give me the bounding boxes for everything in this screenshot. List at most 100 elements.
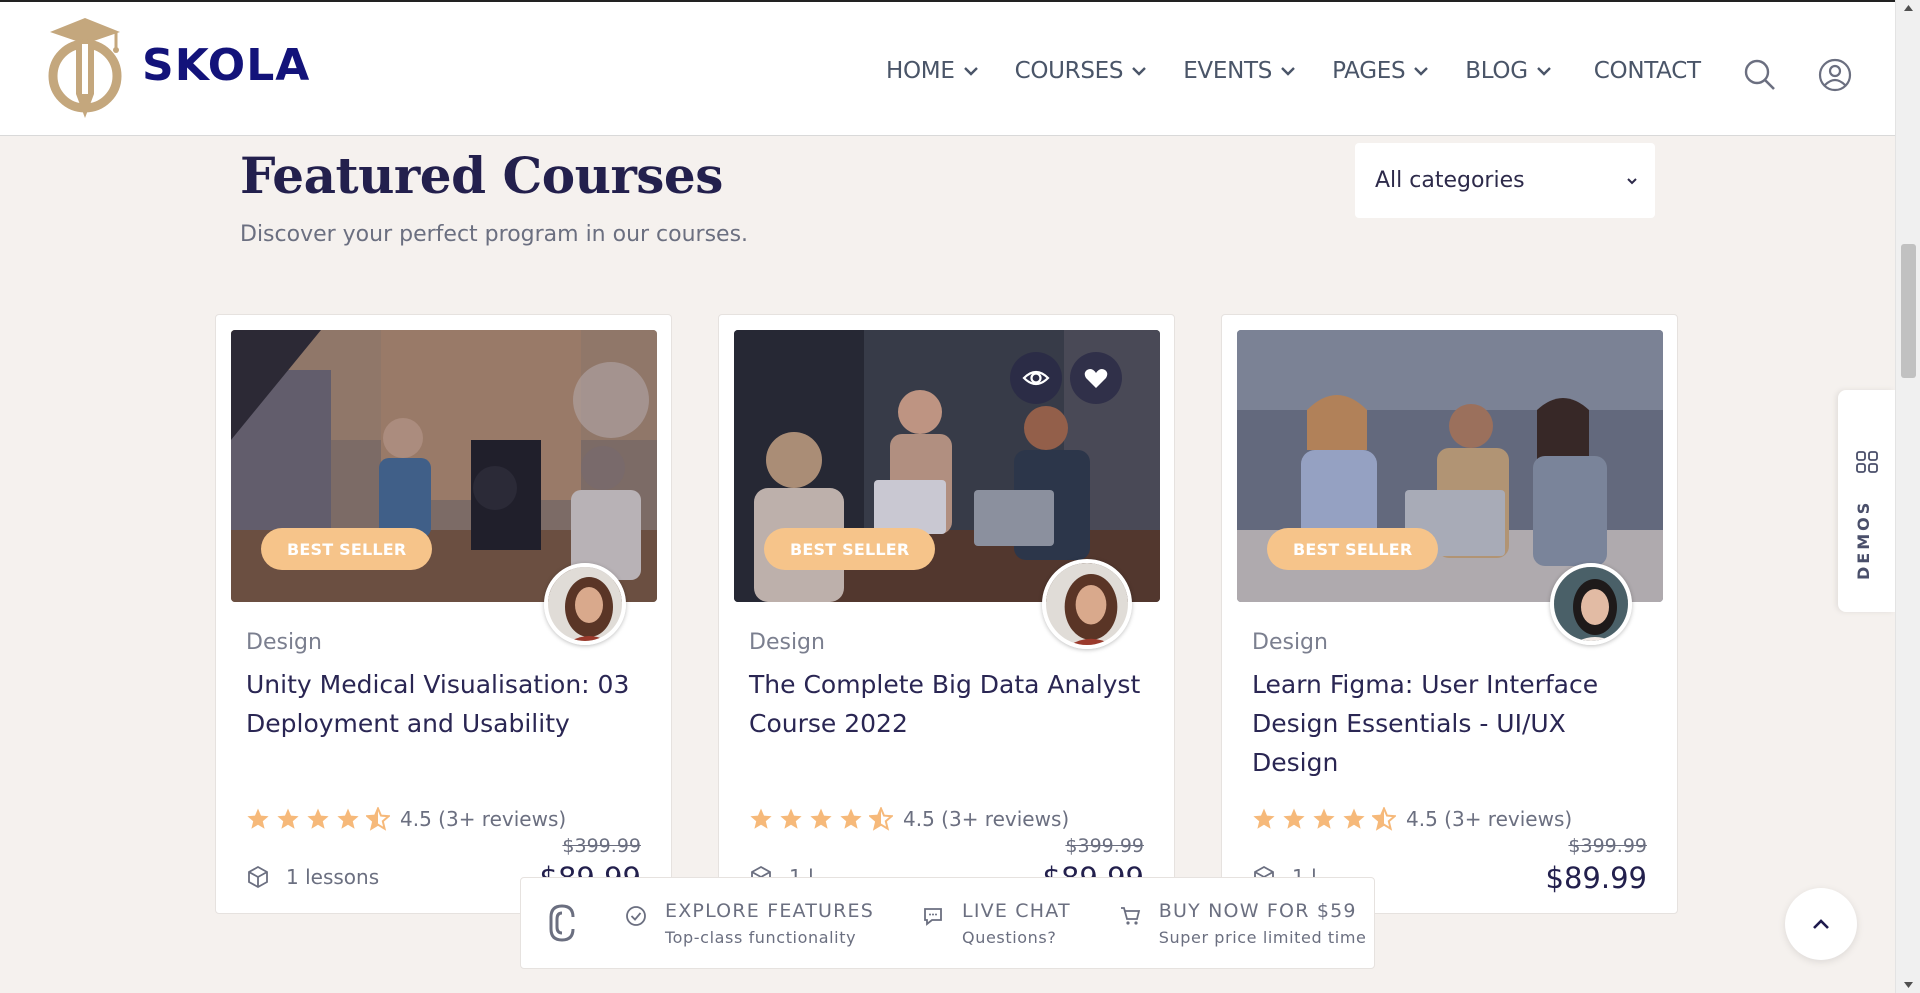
nav-item-home[interactable]: HOME <box>886 58 979 84</box>
explore-features-sub: Top-class functionality <box>665 927 857 947</box>
price: $89.99 <box>1545 861 1647 895</box>
rating-text: 4.5 (3+ reviews) <box>903 807 1070 831</box>
star-icon <box>337 808 359 829</box>
course-category[interactable]: Design <box>1252 630 1328 655</box>
old-price: $399.99 <box>1065 835 1144 857</box>
star-icon <box>1313 808 1335 829</box>
nav-item-label: HOME <box>886 58 955 84</box>
nav-item-label: COURSES <box>1014 58 1124 84</box>
nav-item-events[interactable]: EVENTS <box>1183 58 1296 84</box>
rating-text: 4.5 (3+ reviews) <box>1406 807 1573 831</box>
grid-icon <box>1856 451 1878 473</box>
course-rating: 4.5 (3+ reviews) <box>749 807 1069 831</box>
nav-item-blog[interactable]: BLOG <box>1465 58 1552 84</box>
scroll-up-arrow-icon[interactable] <box>1903 4 1914 12</box>
demos-tab[interactable]: DEMOS <box>1838 390 1895 612</box>
cart-icon <box>1120 906 1140 925</box>
star-icon <box>1343 808 1365 829</box>
back-to-top-button[interactable] <box>1785 888 1857 960</box>
star-icon <box>277 808 299 829</box>
star-icon <box>750 808 772 829</box>
instructor-photo <box>1554 567 1628 641</box>
star-icon <box>1253 808 1275 829</box>
best-seller-badge: BEST SELLER <box>764 528 936 570</box>
nav-item-pages[interactable]: PAGES <box>1332 58 1429 84</box>
best-seller-badge: BEST SELLER <box>261 528 433 570</box>
category-select[interactable]: All categories <box>1355 143 1655 218</box>
star-icon <box>247 808 269 829</box>
nav-item-courses[interactable]: COURSES <box>1015 58 1148 84</box>
star-icon <box>780 808 802 829</box>
live-chat-sub: Questions? <box>962 927 1057 947</box>
star-icon <box>1283 808 1305 829</box>
lessons-cube-icon <box>248 865 268 889</box>
lesson-count: 1 lessons <box>246 865 379 889</box>
live-chat-label: LIVE CHAT <box>962 899 1071 922</box>
scrollbar-thumb[interactable] <box>1901 244 1916 378</box>
chevron-down-icon <box>1536 67 1551 76</box>
course-thumbnail[interactable]: BEST SELLER <box>1237 330 1663 602</box>
promo-bar: EXPLORE FEATURES Top-class functionality… <box>520 877 1375 969</box>
course-category[interactable]: Design <box>246 630 322 655</box>
live-chat-link[interactable]: LIVE CHAT Questions? <box>922 900 1071 947</box>
star-half-icon <box>1372 807 1396 831</box>
course-rating: 4.5 (3+ reviews) <box>1252 807 1572 831</box>
eye-icon <box>1022 370 1050 386</box>
old-price: $399.99 <box>562 835 641 857</box>
buy-now-link[interactable]: BUY NOW FOR $59 Super price limited time <box>1119 900 1367 947</box>
course-rating: 4.5 (3+ reviews) <box>246 807 566 831</box>
course-card[interactable]: BEST SELLER Design The Complete Big Data… <box>718 314 1175 914</box>
chevron-down-icon <box>1281 67 1295 76</box>
best-seller-badge: BEST SELLER <box>1267 528 1439 570</box>
course-title[interactable]: Unity Medical Visualisation: 03 Deployme… <box>246 665 646 743</box>
heart-icon <box>1084 369 1108 388</box>
site-logo[interactable]: SKOLA <box>44 14 309 122</box>
quick-view-button[interactable] <box>1010 352 1062 404</box>
explore-features-label: EXPLORE FEATURES <box>665 899 875 922</box>
chevron-down-icon <box>1627 177 1637 184</box>
main-nav: HOME COURSES EVENTS PAGES BLOG CONTACT <box>886 58 1737 84</box>
buy-now-label: BUY NOW FOR $59 <box>1158 899 1357 922</box>
course-category[interactable]: Design <box>749 630 825 655</box>
instructor-avatar[interactable] <box>1042 559 1132 649</box>
course-title[interactable]: Learn Figma: User Interface Design Essen… <box>1252 665 1652 782</box>
site-header: SKOLA HOME COURSES EVENTS PAGES BLOG CON… <box>0 0 1895 136</box>
nav-item-contact[interactable]: CONTACT <box>1594 58 1701 84</box>
page-scrollbar[interactable] <box>1895 0 1920 993</box>
category-select-value: All categories <box>1375 168 1525 193</box>
buy-now-sub: Super price limited time <box>1158 927 1367 947</box>
nav-item-label: EVENTS <box>1183 58 1273 84</box>
course-card[interactable]: BEST SELLER Design Learn Figma: User Int… <box>1221 314 1678 914</box>
course-title[interactable]: The Complete Big Data Analyst Course 202… <box>749 665 1149 743</box>
demos-label: DEMOS <box>1854 499 1873 580</box>
star-icon <box>810 808 832 829</box>
course-thumbnail[interactable]: BEST SELLER <box>231 330 657 602</box>
brand-name: SKOLA <box>142 40 311 91</box>
instructor-photo <box>1046 563 1128 645</box>
wishlist-button[interactable] <box>1070 352 1122 404</box>
rating-text: 4.5 (3+ reviews) <box>400 807 567 831</box>
star-icon <box>840 808 862 829</box>
scroll-down-arrow-icon[interactable] <box>1903 981 1914 989</box>
instructor-photo <box>548 567 622 641</box>
chevron-up-icon <box>1813 919 1829 929</box>
star-icon <box>307 808 329 829</box>
user-icon[interactable] <box>1818 58 1852 92</box>
star-half-icon <box>869 807 893 831</box>
page-subtitle: Discover your perfect program in our cou… <box>240 222 749 247</box>
search-icon[interactable] <box>1743 58 1777 92</box>
instructor-avatar[interactable] <box>544 563 626 645</box>
chevron-down-icon <box>1414 67 1429 76</box>
brand-chain-icon[interactable] <box>545 903 579 943</box>
check-circle-icon <box>626 905 646 926</box>
nav-item-label: CONTACT <box>1593 58 1701 84</box>
nav-item-label: PAGES <box>1332 58 1406 84</box>
star-half-icon <box>366 807 390 831</box>
graduation-pencil-logo-icon <box>48 18 122 118</box>
chevron-down-icon <box>1132 67 1147 76</box>
chevron-down-icon <box>963 67 978 76</box>
course-card[interactable]: BEST SELLER Design Unity Medical Visuali… <box>215 314 672 914</box>
explore-features-link[interactable]: EXPLORE FEATURES Top-class functionality <box>625 900 874 947</box>
instructor-avatar[interactable] <box>1550 563 1632 645</box>
nav-item-label: BLOG <box>1465 58 1528 84</box>
